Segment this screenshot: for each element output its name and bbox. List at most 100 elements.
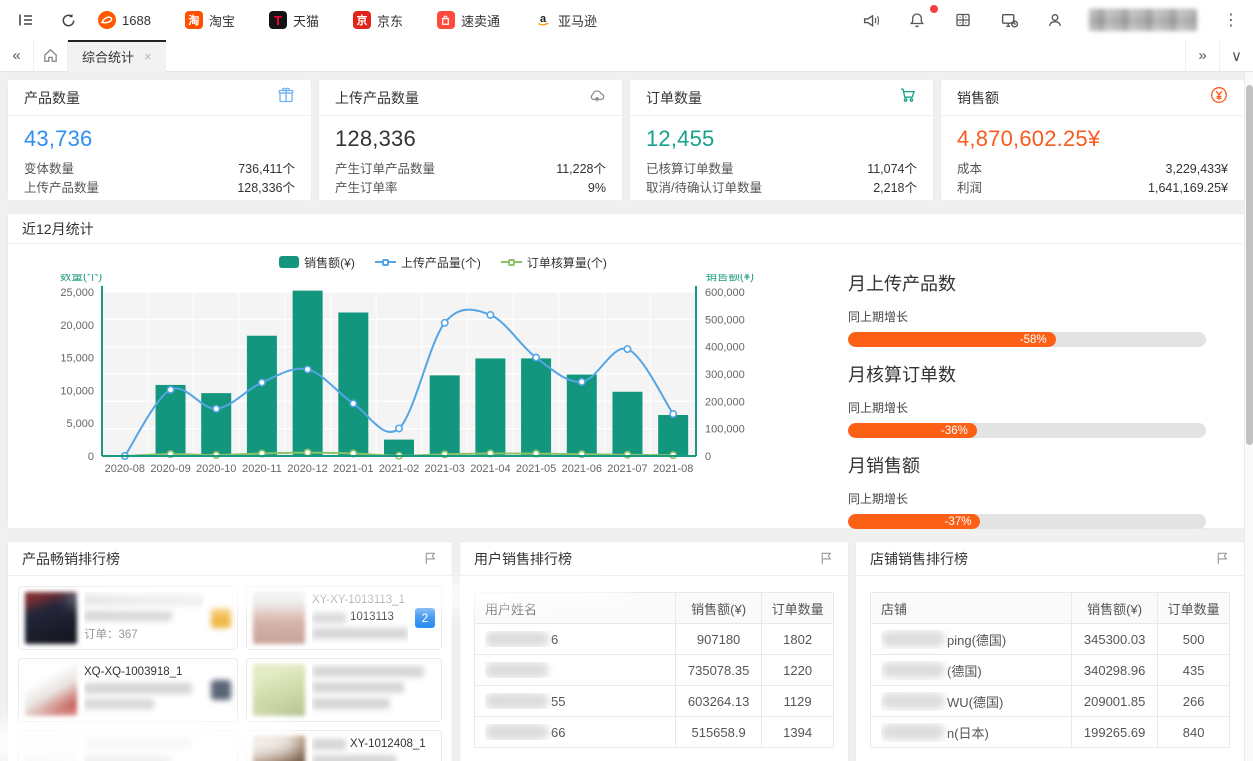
scroll-tabs-right-icon[interactable]: » xyxy=(1185,40,1219,72)
home-tab-icon[interactable] xyxy=(34,40,68,72)
scrollbar-thumb[interactable] xyxy=(1246,85,1253,445)
product-card-1[interactable]: 订单：367 xyxy=(18,586,238,650)
product-card-6[interactable]: XY-1012408_1 xyxy=(246,730,442,761)
platform-tab-label: 淘宝 xyxy=(209,11,235,30)
column-header: 销售额(¥) xyxy=(676,593,762,624)
platform-tab-亚马逊[interactable]: a亚马逊 xyxy=(534,0,597,40)
taobao-icon: 淘 xyxy=(185,11,203,29)
speaker-icon[interactable] xyxy=(859,8,883,32)
table-row[interactable]: n(日本)199265.69840 xyxy=(871,717,1230,748)
product-card-2[interactable]: XY-XY-1013113_110131132 xyxy=(246,586,442,650)
username-redacted[interactable] xyxy=(1089,9,1197,31)
refresh-icon[interactable] xyxy=(56,8,80,32)
monthly-stats-card: 近12月统计 销售额(¥)上传产品量(个)订单核算量(个) 05,00010,0… xyxy=(8,214,1244,528)
bell-icon[interactable] xyxy=(905,8,929,32)
growth-stat-1: 月上传产品数同上期增长-58% xyxy=(848,270,1206,347)
svg-text:2021-01: 2021-01 xyxy=(333,463,373,475)
workbench-icon[interactable] xyxy=(997,8,1021,32)
apps-grid-icon[interactable] xyxy=(951,8,975,32)
orders-cell: 1802 xyxy=(762,624,834,655)
chart-canvas[interactable]: 05,00010,00015,00020,00025,0000100,00020… xyxy=(18,274,824,488)
product-card-4[interactable] xyxy=(246,658,442,722)
table-row[interactable]: 735078.351220 xyxy=(475,655,834,686)
stat-sub-value: 1,641,169.25¥ xyxy=(1148,179,1228,198)
svg-text:25,000: 25,000 xyxy=(60,287,94,299)
platform-tab-天猫[interactable]: T天猫 xyxy=(269,0,319,40)
svg-text:2021-03: 2021-03 xyxy=(425,463,465,475)
close-tab-icon[interactable]: × xyxy=(144,49,152,64)
product-image xyxy=(25,736,77,761)
toolbar-right-icons: ⋮ xyxy=(859,8,1239,32)
scroll-tabs-left-icon[interactable]: « xyxy=(0,40,34,72)
legend-item-3[interactable]: 订单核算量(个) xyxy=(501,254,607,271)
sales-cell: 199265.69 xyxy=(1072,717,1158,748)
product-text-line: XY-1012408_1 xyxy=(312,738,435,750)
platform-tab-1688[interactable]: 1688 xyxy=(98,0,151,40)
legend-item-1[interactable]: 销售额(¥) xyxy=(279,254,355,271)
stat-card-subrow: 上传产品数量128,336个 xyxy=(24,179,295,198)
rank-badge xyxy=(211,680,231,700)
product-text-line xyxy=(312,682,435,693)
name-cell xyxy=(475,655,676,686)
more-menu-icon[interactable]: ⋮ xyxy=(1223,10,1239,30)
name-cell: n(日本) xyxy=(871,717,1072,748)
table-row[interactable]: 6 9071801802 xyxy=(475,624,834,655)
user-icon[interactable] xyxy=(1043,8,1067,32)
stat-card-1: 产品数量43,736变体数量736,411个上传产品数量128,336个 xyxy=(8,80,311,200)
growth-progress-track: -37% xyxy=(848,514,1206,529)
name-suffix: 66 xyxy=(551,725,565,740)
name-cell: WU(德国) xyxy=(871,686,1072,717)
svg-text:10,000: 10,000 xyxy=(60,385,94,397)
product-text-line xyxy=(84,738,231,749)
stat-card-3: 订单数量12,455已核算订单数量11,074个取消/待确认订单数量2,218个 xyxy=(630,80,933,200)
shops-table: 店铺销售额(¥)订单数量ping(德国)345300.03500(德国)3402… xyxy=(870,592,1230,748)
product-card-3[interactable]: XQ-XQ-1003918_1 xyxy=(18,658,238,722)
sales-cell: 515658.9 xyxy=(676,717,762,748)
table-row[interactable]: ping(德国)345300.03500 xyxy=(871,624,1230,655)
orders-cell: 435 xyxy=(1158,655,1230,686)
table-row[interactable]: (德国)340298.96435 xyxy=(871,655,1230,686)
platform-tab-label: 1688 xyxy=(122,13,151,28)
stat-card-subrow: 已核算订单数量11,074个 xyxy=(646,160,917,179)
growth-progress-fill: -36% xyxy=(848,423,977,438)
growth-sublabel: 同上期增长 xyxy=(848,399,1206,416)
product-card-5[interactable] xyxy=(18,730,238,761)
svg-text:0: 0 xyxy=(705,451,711,463)
page-scrollbar[interactable] xyxy=(1244,72,1253,761)
platform-tab-速卖通[interactable]: 速卖通 xyxy=(437,0,500,40)
name-suffix: (德国) xyxy=(947,661,982,680)
name-cell: ping(德国) xyxy=(871,624,1072,655)
name-suffix: 6 xyxy=(551,632,558,647)
legend-item-2[interactable]: 上传产品量(个) xyxy=(375,254,481,271)
flag-icon[interactable] xyxy=(1215,551,1230,566)
sales-cell: 907180 xyxy=(676,624,762,655)
table-row[interactable]: 55603264.131129 xyxy=(475,686,834,717)
stat-card-title: 订单数量 xyxy=(646,88,702,108)
flag-icon[interactable] xyxy=(819,551,834,566)
sales-cell: 345300.03 xyxy=(1072,624,1158,655)
stat-sub-value: 9% xyxy=(588,179,606,198)
orders-cell: 500 xyxy=(1158,624,1230,655)
table-row[interactable]: 66515658.91394 xyxy=(475,717,834,748)
redacted-name xyxy=(881,662,945,678)
flag-icon[interactable] xyxy=(423,551,438,566)
platform-tab-label: 天猫 xyxy=(293,11,319,30)
sidebar-toggle-icon[interactable] xyxy=(14,8,38,32)
legend-label: 销售额(¥) xyxy=(304,254,355,271)
table-row[interactable]: WU(德国)209001.85266 xyxy=(871,686,1230,717)
combo-chart[interactable]: 销售额(¥)上传产品量(个)订单核算量(个) 05,00010,00015,00… xyxy=(8,244,828,529)
platform-tab-label: 速卖通 xyxy=(461,11,500,30)
orders-cell: 1220 xyxy=(762,655,834,686)
legend-swatch xyxy=(375,259,396,266)
svg-text:600,000: 600,000 xyxy=(705,287,745,299)
tab-list-dropdown-icon[interactable]: ∨ xyxy=(1219,40,1253,72)
table-header-row: 用户姓名销售额(¥)订单数量 xyxy=(475,593,834,624)
svg-text:2021-04: 2021-04 xyxy=(470,463,510,475)
name-suffix: 55 xyxy=(551,694,565,709)
tab-comprehensive-stats[interactable]: 综合统计 × xyxy=(68,40,166,72)
svg-text:2020-08: 2020-08 xyxy=(105,463,145,475)
platform-tab-京东[interactable]: 京京东 xyxy=(353,0,403,40)
stat-card-value: 43,736 xyxy=(24,126,295,152)
stat-card-subrow: 取消/待确认订单数量2,218个 xyxy=(646,179,917,198)
platform-tab-淘宝[interactable]: 淘淘宝 xyxy=(185,0,235,40)
